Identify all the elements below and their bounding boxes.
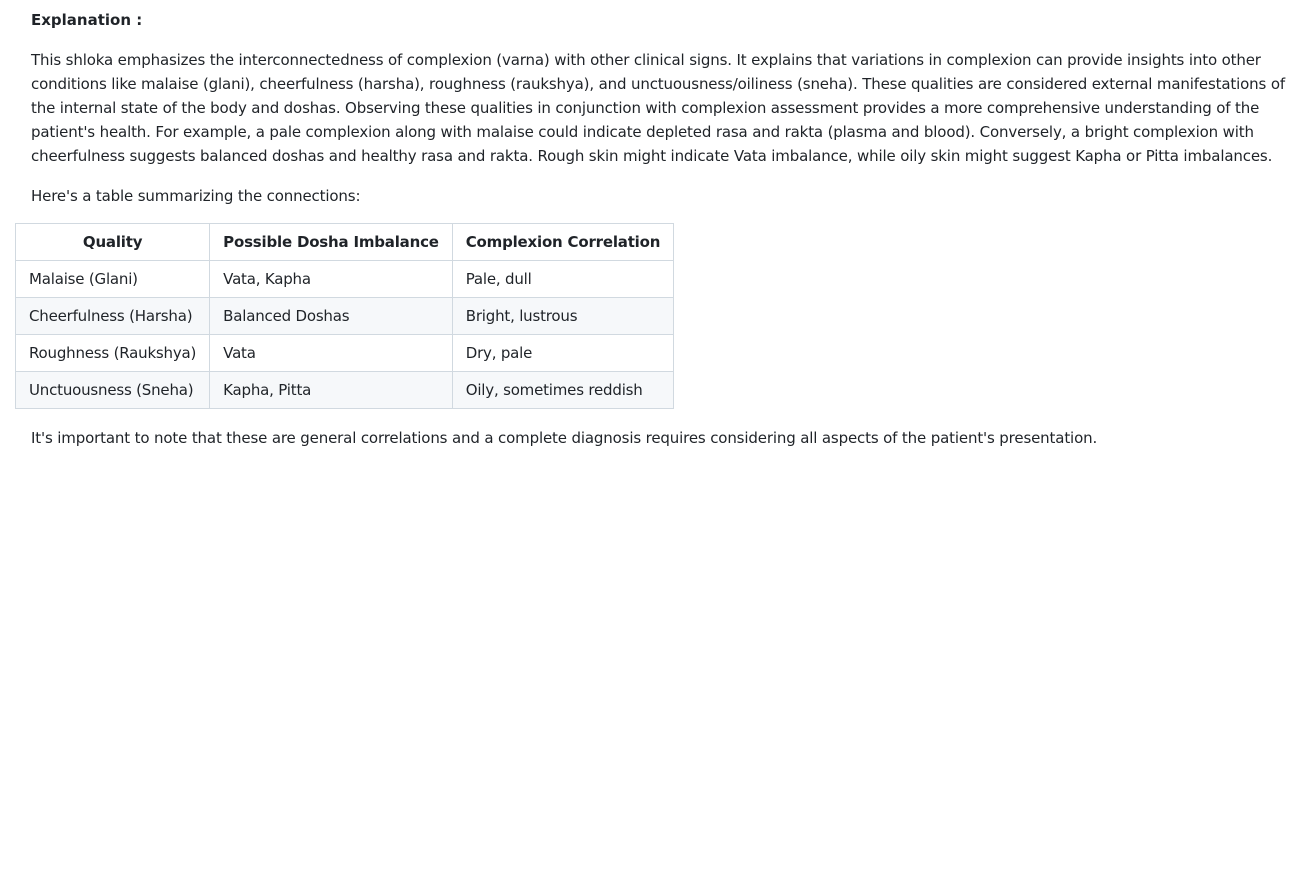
table-intro-text: Here's a table summarizing the connectio…: [31, 187, 361, 205]
table-row: Roughness (Raukshya) Vata Dry, pale: [14, 334, 675, 372]
cell-complexion: Bright, lustrous: [451, 297, 675, 335]
cell-quality: Unctuousness (Sneha): [14, 371, 211, 409]
table-header-row: Quality Possible Dosha Imbalance Complex…: [14, 223, 675, 261]
table-row: Cheerfulness (Harsha) Balanced Doshas Br…: [14, 297, 675, 335]
cell-complexion: Dry, pale: [451, 334, 675, 372]
closing-note: It's important to note that these are ge…: [31, 429, 1098, 447]
table-row: Unctuousness (Sneha) Kapha, Pitta Oily, …: [14, 371, 675, 409]
summary-table: Quality Possible Dosha Imbalance Complex…: [14, 223, 675, 409]
cell-quality: Cheerfulness (Harsha): [14, 297, 211, 335]
cell-quality: Roughness (Raukshya): [14, 334, 211, 372]
column-header-dosha: Possible Dosha Imbalance: [209, 223, 453, 261]
cell-dosha: Vata, Kapha: [209, 260, 453, 298]
section-heading: Explanation :: [31, 11, 143, 29]
cell-dosha: Balanced Doshas: [209, 297, 453, 335]
explanation-paragraph: This shloka emphasizes the interconnecte…: [31, 51, 1285, 165]
table-row: Malaise (Glani) Vata, Kapha Pale, dull: [14, 260, 675, 298]
cell-complexion: Oily, sometimes reddish: [451, 371, 675, 409]
cell-complexion: Pale, dull: [451, 260, 675, 298]
cell-dosha: Vata: [209, 334, 453, 372]
column-header-quality: Quality: [14, 223, 211, 261]
column-header-complexion: Complexion Correlation: [451, 223, 675, 261]
cell-quality: Malaise (Glani): [14, 260, 211, 298]
cell-dosha: Kapha, Pitta: [209, 371, 453, 409]
